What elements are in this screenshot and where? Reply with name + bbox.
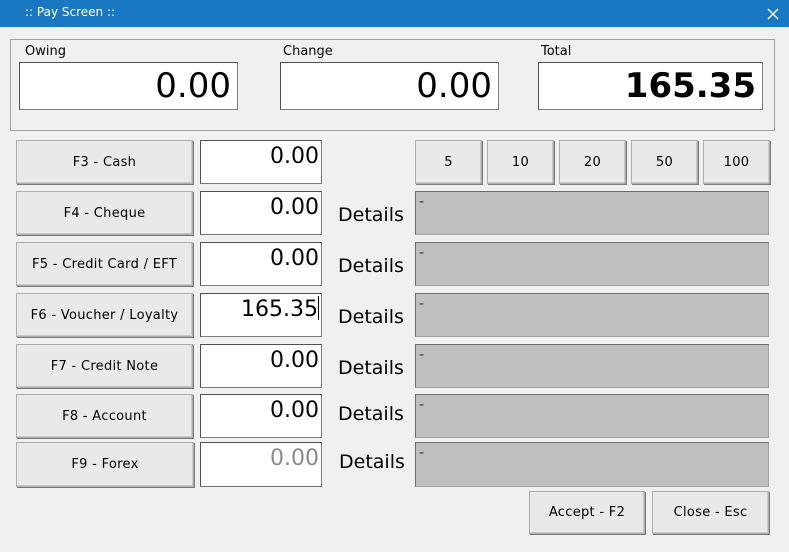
quick-cash-50-button[interactable]: 50 <box>631 140 698 184</box>
credit-card-details-label: Details <box>338 255 404 277</box>
close-button[interactable]: Close - Esc <box>652 491 769 534</box>
account-amount-input[interactable]: 0.00 <box>200 394 322 438</box>
owing-field: 0.00 <box>19 62 238 110</box>
change-label: Change <box>283 44 333 59</box>
credit-card-amount-input[interactable]: 0.00 <box>200 242 322 286</box>
quick-cash-100-button[interactable]: 100 <box>703 140 770 184</box>
cheque-details-field[interactable]: - <box>415 191 769 235</box>
forex-details-field[interactable]: - <box>415 442 769 487</box>
account-button[interactable]: F8 - Account <box>16 394 193 438</box>
forex-amount-input[interactable]: 0.00 <box>200 442 322 487</box>
credit-note-amount-input[interactable]: 0.00 <box>200 344 322 388</box>
quick-cash-5-button[interactable]: 5 <box>415 140 482 184</box>
text-caret <box>318 296 319 320</box>
cheque-details-label: Details <box>338 204 404 226</box>
credit-note-details-field[interactable]: - <box>415 344 769 388</box>
window-title: :: Pay Screen :: <box>25 5 116 19</box>
cheque-amount-input[interactable]: 0.00 <box>200 191 322 235</box>
voucher-details-label: Details <box>338 306 404 328</box>
voucher-amount-value: 165.35 <box>241 297 318 322</box>
voucher-amount-input[interactable]: 165.35 <box>200 293 322 337</box>
quick-cash-10-button[interactable]: 10 <box>487 140 554 184</box>
credit-card-details-field[interactable]: - <box>415 242 769 286</box>
forex-button[interactable]: F9 - Forex <box>16 442 194 487</box>
cash-button[interactable]: F3 - Cash <box>16 140 193 184</box>
credit-card-button[interactable]: F5 - Credit Card / EFT <box>16 242 193 286</box>
credit-note-details-label: Details <box>338 357 404 379</box>
account-details-field[interactable]: - <box>415 394 769 438</box>
voucher-details-field[interactable]: - <box>415 293 769 337</box>
quick-cash-20-button[interactable]: 20 <box>559 140 626 184</box>
cash-amount-input[interactable]: 0.00 <box>200 140 322 184</box>
title-bar: :: Pay Screen :: <box>0 0 789 27</box>
total-label: Total <box>541 44 572 59</box>
accept-button[interactable]: Accept - F2 <box>529 491 645 534</box>
forex-details-label: Details <box>339 451 405 473</box>
owing-label: Owing <box>25 44 66 59</box>
total-field: 165.35 <box>538 62 763 110</box>
change-field: 0.00 <box>280 62 499 110</box>
credit-note-button[interactable]: F7 - Credit Note <box>16 344 193 388</box>
account-details-label: Details <box>338 403 404 425</box>
voucher-button[interactable]: F6 - Voucher / Loyalty <box>16 293 193 337</box>
cheque-button[interactable]: F4 - Cheque <box>16 191 193 235</box>
close-icon[interactable] <box>757 0 789 27</box>
